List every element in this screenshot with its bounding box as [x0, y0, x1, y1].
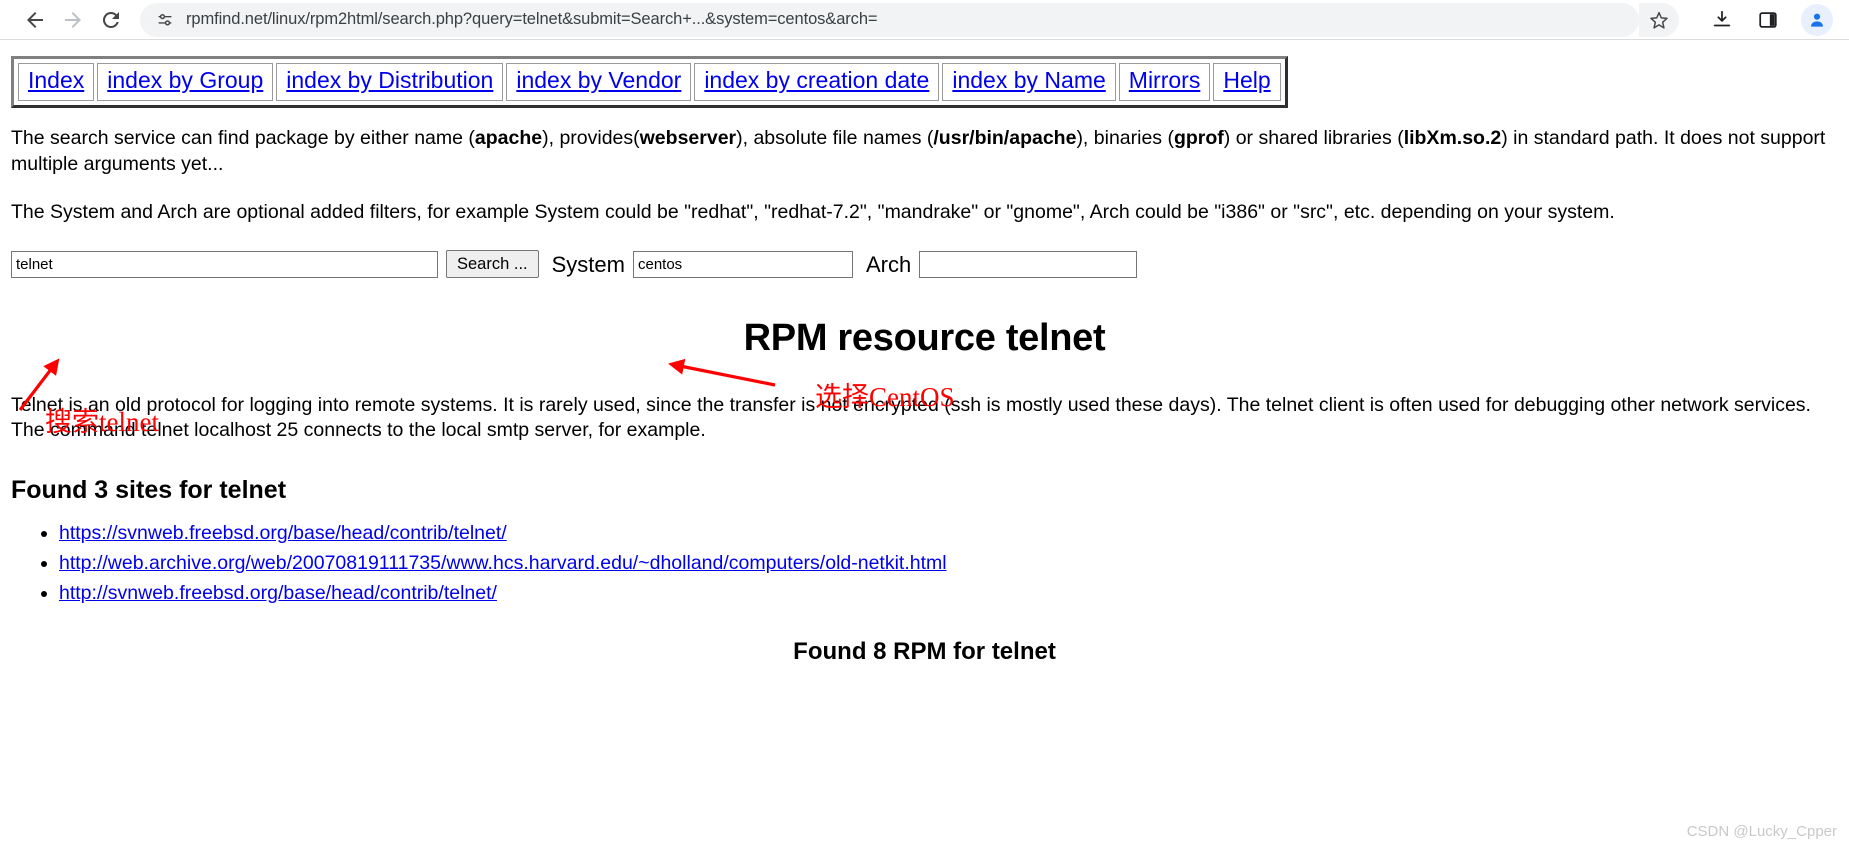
- site-info-icon[interactable]: [154, 9, 176, 31]
- toolbar-actions: [1639, 2, 1833, 37]
- side-panel-button[interactable]: [1751, 3, 1785, 37]
- arch-input[interactable]: [919, 250, 1138, 278]
- nav-item-index[interactable]: Index: [18, 63, 95, 102]
- nav-link-index-by-distribution[interactable]: index by Distribution: [286, 67, 493, 93]
- intro-text-e: ), binaries (: [1076, 127, 1174, 150]
- profile-button[interactable]: [1801, 3, 1833, 36]
- nav-item-help[interactable]: Help: [1213, 63, 1281, 102]
- site-link-2[interactable]: http://web.archive.org/web/2007081911173…: [59, 552, 947, 574]
- search-button[interactable]: Search ...: [446, 250, 539, 279]
- arch-label: Arch: [865, 251, 912, 277]
- back-arrow-icon: [27, 11, 43, 28]
- bookmark-button[interactable]: [1639, 2, 1679, 37]
- nav-item-mirrors[interactable]: Mirrors: [1118, 63, 1211, 102]
- system-input[interactable]: [632, 250, 853, 278]
- side-panel-icon: [1759, 11, 1777, 28]
- nav-link-index[interactable]: Index: [28, 67, 84, 93]
- download-icon: [1713, 10, 1731, 26]
- intro-term-apache: apache: [474, 127, 543, 150]
- arrow-to-system-input: [668, 358, 776, 387]
- list-item: https://svnweb.freebsd.org/base/head/con…: [59, 521, 1838, 547]
- intro-text-d: ), absolute file names (: [736, 127, 934, 150]
- nav-item-index-by-group[interactable]: index by Group: [97, 63, 274, 102]
- annotation-search-telnet: 搜索telnet: [45, 407, 159, 437]
- nav-link-index-by-name[interactable]: index by Name: [952, 67, 1105, 93]
- intro-text-a: The search service can find package by e…: [11, 127, 475, 150]
- site-link-3[interactable]: http://svnweb.freebsd.org/base/head/cont…: [59, 582, 497, 604]
- address-bar[interactable]: rpmfind.net/linux/rpm2html/search.php?qu…: [140, 2, 1639, 37]
- nav-item-index-by-vendor[interactable]: index by Vendor: [506, 63, 692, 102]
- nav-item-index-by-distribution[interactable]: index by Distribution: [276, 63, 504, 102]
- list-item: http://svnweb.freebsd.org/base/head/cont…: [59, 581, 1838, 607]
- back-button[interactable]: [16, 1, 54, 39]
- search-form: Search ... System Arch: [11, 250, 1838, 279]
- site-nav-row: Index index by Group index by Distributi…: [18, 63, 1281, 102]
- nav-link-index-by-vendor[interactable]: index by Vendor: [516, 67, 681, 93]
- downloads-button[interactable]: [1705, 3, 1739, 37]
- avatar-icon: [1811, 13, 1823, 27]
- intro-term-libxm: libXm.so.2: [1403, 127, 1502, 150]
- found-rpm-heading: Found 8 RPM for telnet: [793, 638, 1056, 666]
- nav-item-index-by-creation-date[interactable]: index by creation date: [694, 63, 940, 102]
- intro-paragraph-1: The search service can find package by e…: [11, 126, 1838, 177]
- intro-text-c: ), provides(: [542, 127, 640, 150]
- site-nav: Index index by Group index by Distributi…: [11, 56, 1288, 109]
- url-text: rpmfind.net/linux/rpm2html/search.php?qu…: [186, 10, 878, 28]
- site-link-1[interactable]: https://svnweb.freebsd.org/base/head/con…: [59, 522, 507, 544]
- search-query-input[interactable]: [11, 250, 438, 278]
- tune-icon: [158, 13, 172, 26]
- nav-link-index-by-group[interactable]: index by Group: [107, 67, 263, 93]
- list-item: http://web.archive.org/web/2007081911173…: [59, 551, 1838, 577]
- watermark: CSDN @Lucky_Cpper: [1686, 823, 1837, 840]
- intro-term-path: /usr/bin/apache: [933, 127, 1077, 150]
- forward-button[interactable]: [54, 1, 92, 39]
- page-title: RPM resource telnet: [743, 316, 1106, 359]
- intro-paragraph-2: The System and Arch are optional added f…: [11, 200, 1615, 223]
- found-sites-heading: Found 3 sites for telnet: [11, 476, 287, 505]
- nav-link-mirrors[interactable]: Mirrors: [1129, 67, 1201, 93]
- nav-link-help[interactable]: Help: [1223, 67, 1270, 93]
- site-link-list: https://svnweb.freebsd.org/base/head/con…: [11, 521, 1838, 606]
- annotation-select-centos: 选择CentOS: [815, 382, 955, 412]
- intro-term-webserver: webserver: [639, 127, 737, 150]
- reload-button[interactable]: [92, 1, 130, 39]
- browser-toolbar: rpmfind.net/linux/rpm2html/search.php?qu…: [0, 0, 1849, 40]
- star-icon: [1650, 11, 1668, 29]
- page-content: Index index by Group index by Distributi…: [0, 40, 1849, 668]
- nav-item-index-by-name[interactable]: index by Name: [942, 63, 1116, 102]
- reload-icon: [102, 11, 119, 28]
- nav-link-index-by-creation-date[interactable]: index by creation date: [704, 67, 929, 93]
- system-label: System: [551, 251, 625, 277]
- forward-arrow-icon: [65, 11, 81, 28]
- intro-text-f: ) or shared libraries (: [1223, 127, 1404, 150]
- intro-term-gprof: gprof: [1173, 127, 1224, 150]
